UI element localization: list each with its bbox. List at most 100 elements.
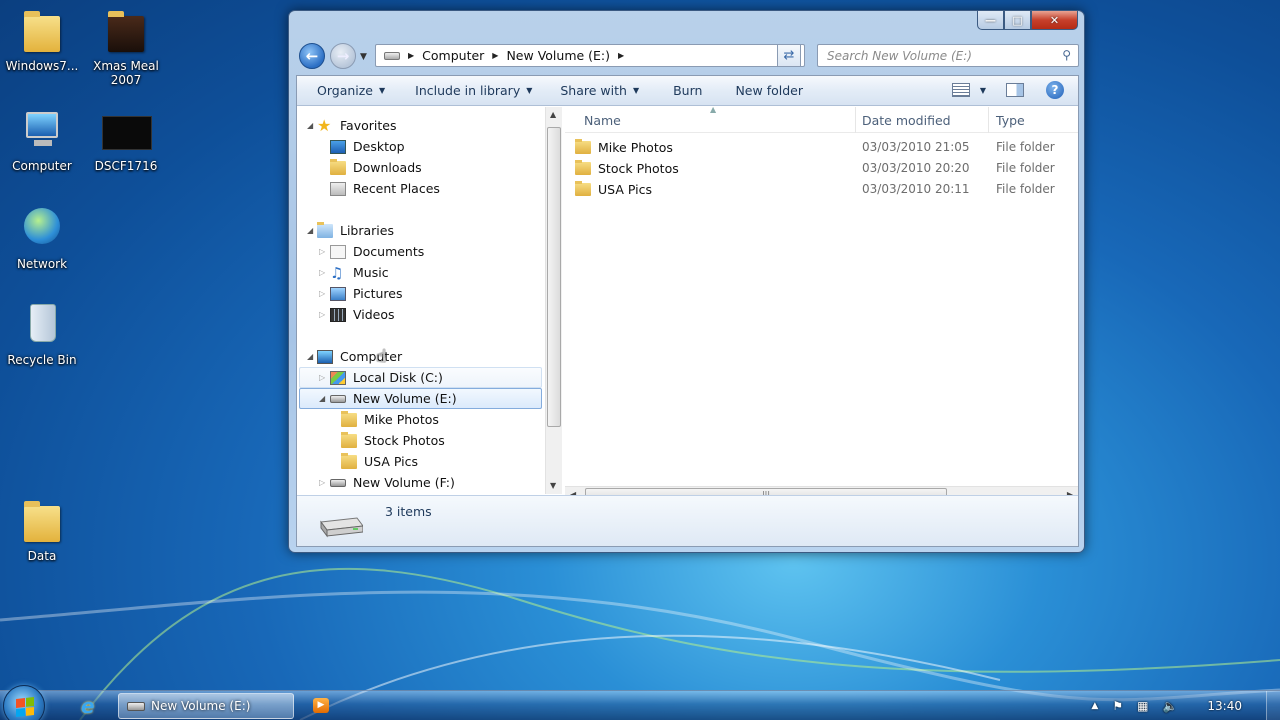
collapsed-triangle-icon[interactable]: ▷ (319, 373, 325, 382)
caption-buttons: — □ ✕ (977, 11, 1078, 30)
breadcrumb-separator-icon[interactable]: ▶ (408, 51, 414, 60)
close-button[interactable]: ✕ (1031, 11, 1078, 30)
expanded-triangle-icon[interactable]: ◢ (307, 226, 313, 235)
tree-libraries[interactable]: ◢ Libraries (307, 220, 394, 241)
share-with-button[interactable]: Share with ▼ (560, 83, 639, 98)
tree-item-mike-photos[interactable]: Mike Photos (341, 409, 439, 430)
preview-pane-icon[interactable] (1006, 83, 1024, 97)
refresh-button[interactable]: ⇄ (777, 44, 801, 67)
system-tray: ▲ ⚑ ▦ 🔈 13:40 (1091, 691, 1280, 720)
expanded-triangle-icon[interactable]: ◢ (307, 352, 313, 361)
computer-icon (18, 108, 66, 156)
taskbar-media-player[interactable]: ▶ (300, 693, 342, 719)
address-bar[interactable]: ▶ Computer ▶ New Volume (E:) ▶ ▼ (375, 44, 805, 67)
help-icon[interactable]: ? (1046, 81, 1064, 99)
maximize-button[interactable]: □ (1004, 11, 1031, 30)
desktop-icon-data[interactable]: Data (0, 498, 84, 563)
collapsed-triangle-icon[interactable]: ▷ (319, 289, 325, 298)
scrollbar-thumb[interactable] (547, 127, 561, 427)
tree-item-documents[interactable]: ▷ Documents (319, 241, 424, 262)
organize-button[interactable]: Organize ▼ (317, 83, 385, 98)
tree-item-stock-photos[interactable]: Stock Photos (341, 430, 445, 451)
desktop-icon-network[interactable]: Network (0, 206, 84, 271)
column-header-name[interactable]: Name (584, 113, 621, 128)
tree-item-new-volume-e[interactable]: ◢ New Volume (E:) (319, 388, 457, 409)
desktop-icon-dscf1716[interactable]: DSCF1716 (84, 108, 168, 173)
action-center-flag-icon[interactable]: ⚑ (1112, 699, 1123, 713)
forward-button[interactable]: → (330, 43, 356, 69)
column-divider[interactable] (988, 107, 989, 133)
column-divider[interactable] (855, 107, 856, 133)
forward-arrow-icon: → (336, 47, 350, 65)
tree-label: Videos (353, 307, 395, 322)
taskbar-internet-explorer[interactable]: e (68, 693, 112, 719)
collapsed-triangle-icon[interactable]: ▷ (319, 268, 325, 277)
show-desktop-button[interactable] (1266, 691, 1280, 720)
views-icon[interactable] (951, 83, 970, 97)
taskbar-explorer-window[interactable]: New Volume (E:) (118, 693, 294, 719)
include-in-library-button[interactable]: Include in library ▼ (415, 83, 532, 98)
search-input[interactable]: Search New Volume (E:) ⚲ (817, 44, 1079, 67)
desktop-icon-windows7[interactable]: Windows7... (0, 8, 84, 73)
tree-favorites[interactable]: ◢ ★ Favorites (307, 115, 396, 136)
volume-icon[interactable]: 🔈 (1162, 699, 1177, 713)
search-icon[interactable]: ⚲ (1062, 48, 1071, 62)
tree-item-new-volume-f[interactable]: ▷ New Volume (F:) (319, 472, 455, 493)
file-type: File folder (996, 161, 1055, 175)
tree-item-local-disk-c[interactable]: ▷ Local Disk (C:) (319, 367, 443, 388)
back-button[interactable]: ← (299, 43, 325, 69)
windows-logo-icon (16, 697, 34, 717)
folder-icon (341, 431, 357, 448)
tree-label: Local Disk (C:) (353, 370, 443, 385)
column-header-date-modified[interactable]: Date modified (862, 113, 951, 128)
breadcrumb-separator-icon[interactable]: ▶ (618, 51, 624, 60)
tree-item-pictures[interactable]: ▷ Pictures (319, 283, 403, 304)
collapsed-triangle-icon[interactable]: ▷ (319, 247, 325, 256)
drive-icon (384, 51, 400, 60)
desktop-icon-label: Windows7... (5, 59, 79, 73)
tree-item-music[interactable]: ▷ ♫ Music (319, 262, 389, 283)
tree-label: New Volume (F:) (353, 475, 455, 490)
tree-label: Stock Photos (364, 433, 445, 448)
file-name: USA Pics (598, 182, 652, 197)
tree-item-recent-places[interactable]: Recent Places (330, 178, 440, 199)
film-strip-icon (330, 307, 346, 322)
tree-item-videos[interactable]: ▷ Videos (319, 304, 395, 325)
desktop-icon-xmas-meal[interactable]: Xmas Meal 2007 (84, 8, 168, 87)
tree-item-downloads[interactable]: Downloads (330, 157, 422, 178)
tree-item-desktop[interactable]: Desktop (330, 136, 405, 157)
breadcrumb-computer[interactable]: Computer (422, 48, 484, 63)
tree-item-usa-pics[interactable]: USA Pics (341, 451, 418, 472)
minimize-button[interactable]: — (977, 11, 1004, 30)
file-date: 03/03/2010 20:11 (862, 182, 970, 196)
navigation-pane-scrollbar[interactable]: ▲ ▼ (545, 107, 562, 494)
file-row[interactable]: USA Pics 03/03/2010 20:11 File folder (565, 179, 1078, 200)
file-row[interactable]: Mike Photos 03/03/2010 21:05 File folder (565, 137, 1078, 158)
expanded-triangle-icon[interactable]: ◢ (319, 394, 325, 403)
computer-icon (317, 349, 333, 364)
clock[interactable]: 13:40 (1207, 699, 1242, 713)
scroll-down-icon[interactable]: ▼ (550, 481, 556, 490)
breadcrumb-new-volume-e[interactable]: New Volume (E:) (506, 48, 610, 63)
tree-computer[interactable]: ◢ Computer (307, 346, 402, 367)
start-button[interactable] (3, 685, 45, 720)
desktop-icon-recycle-bin[interactable]: Recycle Bin (0, 302, 84, 367)
recent-pages-dropdown[interactable]: ▼ (360, 52, 367, 62)
collapsed-triangle-icon[interactable]: ▷ (319, 478, 325, 487)
collapsed-triangle-icon[interactable]: ▷ (319, 310, 325, 319)
new-folder-button[interactable]: New folder (735, 83, 803, 98)
scroll-up-icon[interactable]: ▲ (550, 110, 556, 119)
pictures-icon (330, 286, 346, 301)
views-dropdown-icon[interactable]: ▼ (980, 86, 986, 95)
show-hidden-icons-icon[interactable]: ▲ (1091, 701, 1098, 711)
breadcrumb-separator-icon[interactable]: ▶ (492, 51, 498, 60)
column-header-type[interactable]: Type (996, 113, 1025, 128)
network-status-icon[interactable]: ▦ (1137, 699, 1148, 713)
file-row[interactable]: Stock Photos 03/03/2010 20:20 File folde… (565, 158, 1078, 179)
desktop-icon-label: Xmas Meal 2007 (93, 59, 159, 87)
desktop-icon-computer[interactable]: Computer (0, 108, 84, 173)
folder-icon (575, 139, 591, 154)
expanded-triangle-icon[interactable]: ◢ (307, 121, 313, 130)
burn-button[interactable]: Burn (673, 83, 702, 98)
file-date: 03/03/2010 20:20 (862, 161, 970, 175)
